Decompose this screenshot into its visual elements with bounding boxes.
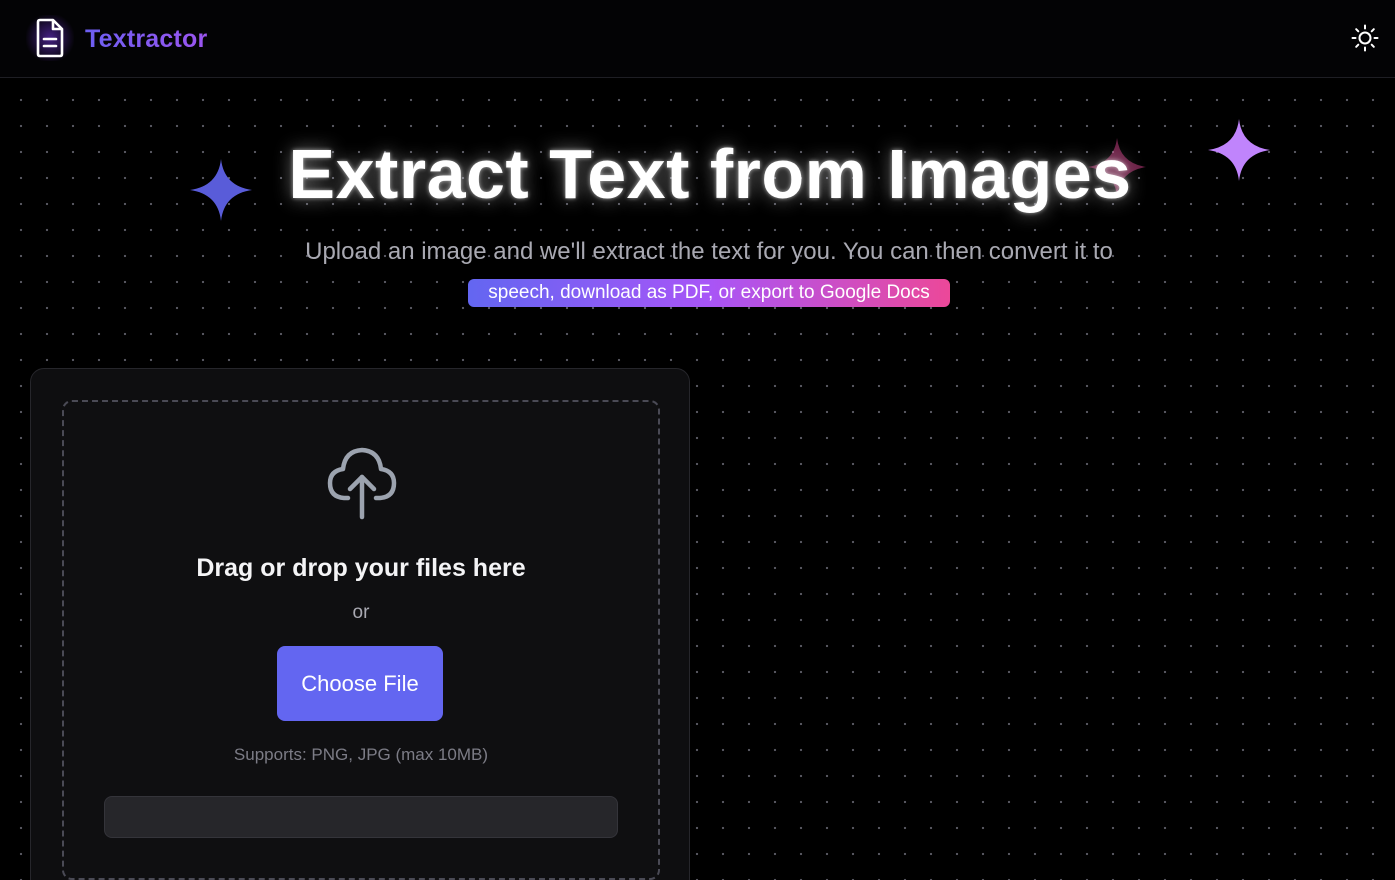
supported-formats: Supports: PNG, JPG (max 10MB) <box>233 745 489 764</box>
highlight-row: speech, download as PDF, or export to Go… <box>0 279 1395 307</box>
sun-icon <box>1351 24 1379 52</box>
choose-file-button[interactable]: Choose File <box>277 646 443 721</box>
theme-toggle-button[interactable] <box>1350 23 1380 53</box>
file-dropzone[interactable]: Drag or drop your files here or Choose F… <box>62 400 660 880</box>
upload-card: Drag or drop your files here or Choose F… <box>30 368 690 880</box>
cloud-upload-icon[interactable] <box>326 443 398 521</box>
top-navbar: Textractor <box>0 0 1395 78</box>
page-subtitle: Upload an image and we'll extract the te… <box>305 238 1113 265</box>
logo[interactable] <box>26 15 74 61</box>
feature-highlight: speech, download as PDF, or export to Go… <box>468 279 950 307</box>
dropzone-title: Drag or drop your files here <box>196 554 526 582</box>
upload-progress-bar <box>104 796 618 838</box>
document-icon <box>36 18 64 58</box>
page-title: Extract Text from Images <box>288 135 1132 213</box>
page: Textractor Extract Text from Images Uplo… <box>0 0 1395 880</box>
brand-name[interactable]: Textractor <box>85 25 207 54</box>
dropzone-or-label: or <box>352 602 370 623</box>
